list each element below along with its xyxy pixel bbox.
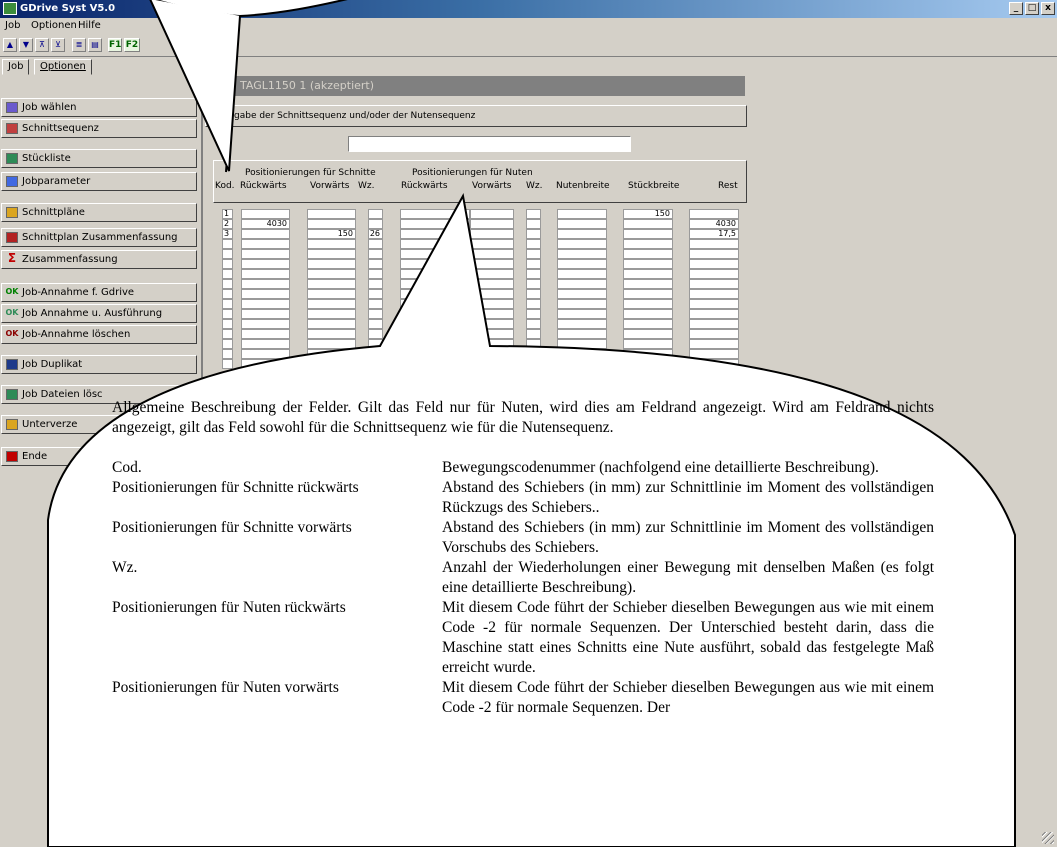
description-row: Cod. Bewegungscodenummer (nachfolgend ein… xyxy=(112,458,934,478)
description-row: Positionierungen für Schnitte vorwärts Ab… xyxy=(112,518,934,558)
top-callout-tail xyxy=(149,0,241,172)
description-text: Anzahl der Wiederholungen einer Bewegung… xyxy=(442,559,934,596)
description-term: Wz. xyxy=(112,559,138,576)
description-row: Positionierungen für Nuten vorwärts Mit d… xyxy=(112,678,934,718)
description-row: Wz. Anzahl der Wiederholungen einer Beweg… xyxy=(112,558,934,598)
description-row: Positionierungen für Schnitte rückwärts A… xyxy=(112,478,934,518)
field-description: Allgemeine Beschreibung der Felder. Gilt… xyxy=(112,398,934,718)
description-text: Mit diesem Code führt der Schieber diese… xyxy=(442,599,934,676)
description-row: Positionierungen für Nuten rückwärts Mit … xyxy=(112,598,934,678)
description-list: Cod. Bewegungscodenummer (nachfolgend ein… xyxy=(112,458,934,718)
description-intro: Allgemeine Beschreibung der Felder. Gilt… xyxy=(112,399,934,436)
description-term: Positionierungen für Schnitte vorwärts xyxy=(112,519,352,536)
description-term: Positionierungen für Nuten vorwärts xyxy=(112,679,339,696)
description-term: Cod. xyxy=(112,459,142,476)
description-term: Positionierungen für Schnitte rückwärts xyxy=(112,479,359,496)
description-text: Abstand des Schiebers (in mm) zur Schnit… xyxy=(442,479,934,516)
description-term: Positionierungen für Nuten rückwärts xyxy=(112,599,346,616)
description-text: Abstand des Schiebers (in mm) zur Schnit… xyxy=(442,519,934,556)
description-text: Mit diesem Code führt der Schieber diese… xyxy=(442,679,934,716)
description-text: Bewegungscodenummer (nachfolgend eine de… xyxy=(442,459,879,476)
